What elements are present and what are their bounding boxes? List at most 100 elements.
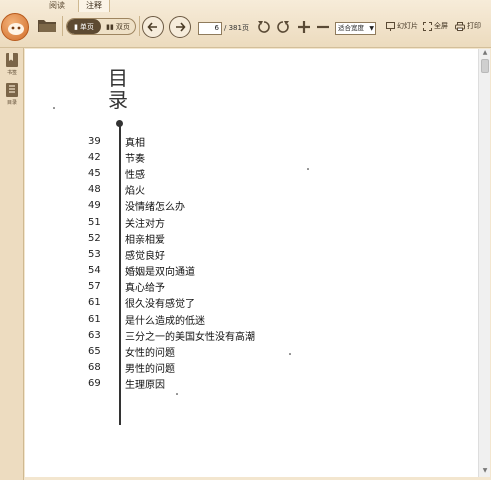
scroll-up-icon[interactable]: ▲ [479,49,491,59]
toc-entry-title: 女性的问题 [125,348,175,360]
sidebar-item-label: 目录 [6,100,17,106]
toc-icon [6,83,18,97]
print-button[interactable]: 打印 [455,19,481,34]
toc-entry[interactable]: 45 性感 [88,165,255,181]
print-label: 打印 [467,22,481,30]
toc-entry[interactable]: 57 真心给予 [88,279,255,295]
toolbar-divider [139,16,140,36]
toc-entry[interactable]: 68 男性的问题 [88,360,255,376]
toc-entry[interactable]: 42 节奏 [88,149,255,165]
sidebar-item-toc[interactable]: 目录 [2,82,22,112]
tab-read[interactable]: 阅读 [42,0,72,12]
zoom-select[interactable]: 适合宽度 ▼ [335,22,376,35]
toc-entry-page: 51 [88,216,101,228]
toc-entry-title: 男性的问题 [125,364,175,376]
toc-entry-page: 48 [88,184,101,196]
toc-entry-title: 真相 [125,137,145,149]
toc-entry[interactable]: 69 生理原因 [88,376,255,392]
toc-entry-page: 63 [88,329,101,341]
zoom-out-icon[interactable] [315,19,331,35]
bookmark-icon [6,53,18,67]
toc-entry-page: 42 [88,151,101,163]
toc-entry-title: 生理原因 [125,380,165,392]
toc-entry-page: 68 [88,362,101,374]
toc-entry-page: 39 [88,135,101,147]
toc-entry[interactable]: 53 感觉良好 [88,246,255,262]
rotate-left-icon[interactable] [256,19,272,35]
toolbar: 阅读 注释 ▮ 单页 ▮▮ 双页 6 / 381页 适合宽度 ▼ 幻灯片 全屏 … [0,0,491,48]
tab-annotate[interactable]: 注释 [78,0,110,12]
scroll-down-icon[interactable]: ▼ [479,467,491,477]
toc-entry-title: 真心给予 [125,283,165,295]
zoom-select-value: 适合宽度 [338,24,364,32]
toolbar-divider [62,16,63,36]
toc-entry-page: 54 [88,265,101,277]
arrow-left-icon [147,22,157,32]
toc-entry-title: 很久没有感觉了 [125,299,195,311]
toc-entry-page: 69 [88,378,101,390]
toc-entry-title: 相亲相爱 [125,234,165,246]
toc-title: 目录 [108,66,128,112]
scan-speck [289,353,291,355]
scan-speck [176,393,178,395]
fullscreen-icon [423,22,432,31]
toc-entry[interactable]: 52 相亲相爱 [88,230,255,246]
fullscreen-label: 全屏 [434,22,448,30]
app-logo-icon [8,23,24,35]
toc-entry-page: 65 [88,346,101,358]
slideshow-label: 幻灯片 [397,22,418,30]
toc-entry-page: 52 [88,232,101,244]
app-logo[interactable] [1,13,29,41]
slideshow-button[interactable]: 幻灯片 [386,19,418,34]
toc-entry[interactable]: 65 女性的问题 [88,343,255,359]
zoom-in-icon[interactable] [296,19,312,35]
prev-page-button[interactable] [142,16,164,38]
sidebar-item-label: 书签 [6,70,17,76]
toc-entry[interactable]: 54 婚姻是双向通道 [88,263,255,279]
toc-entry-page: 61 [88,297,101,309]
toc-entry-title: 节奏 [125,153,145,165]
toc-entry-title: 三分之一的美国女性没有高潮 [125,331,255,343]
sidebar-item-bookmarks[interactable]: 书签 [2,52,22,82]
toc-entry-page: 61 [88,313,101,325]
next-page-button[interactable] [169,16,191,38]
page-total: / 381页 [224,24,249,32]
toc-entry-title: 是什么造成的低迷 [125,315,205,327]
page-number-input[interactable]: 6 [198,22,222,35]
toc-entry-page: 49 [88,200,101,212]
toc-entry-title: 没情绪怎么办 [125,202,185,214]
chevron-down-icon: ▼ [369,25,374,32]
vertical-scrollbar[interactable]: ▲ ▼ [478,49,490,477]
page-view-toggle: ▮ 单页 ▮▮ 双页 [66,18,136,35]
single-page-button[interactable]: ▮ 单页 [67,19,101,34]
toc-entry[interactable]: 39 真相 [88,133,255,149]
toc-entry[interactable]: 48 焰火 [88,182,255,198]
toc-entry[interactable]: 51 关注对方 [88,214,255,230]
sidebar: 书签 目录 [0,48,24,480]
toc-entry[interactable]: 61 很久没有感觉了 [88,295,255,311]
toc-entry[interactable]: 63 三分之一的美国女性没有高潮 [88,327,255,343]
toc-entry-title: 焰火 [125,186,145,198]
toc-entry-page: 45 [88,167,101,179]
scrollbar-thumb[interactable] [481,59,489,73]
scan-speck [53,107,55,109]
single-page-label: 单页 [79,22,94,31]
arrow-right-icon [176,22,186,32]
double-page-button[interactable]: ▮▮ 双页 [101,19,135,34]
printer-icon [455,22,465,31]
single-page-icon: ▮ [74,22,78,31]
rotate-right-icon[interactable] [275,19,291,35]
scan-speck [307,168,309,170]
toc-entry[interactable]: 49 没情绪怎么办 [88,198,255,214]
toc-entry-title: 性感 [125,169,145,181]
toc-list: 39 真相 42 节奏 45 性感 48 焰火 49 没情绪怎么办 51 关注对方 52 相亲相爱 53 感觉… [88,133,255,392]
toc-entry-title: 关注对方 [125,218,165,230]
slideshow-icon [386,22,395,31]
double-page-icon: ▮▮ [106,22,114,31]
toc-entry[interactable]: 61 是什么造成的低迷 [88,311,255,327]
double-page-label: 双页 [115,22,130,31]
toc-entry-title: 婚姻是双向通道 [125,267,195,279]
open-folder-icon[interactable] [37,17,57,33]
fullscreen-button[interactable]: 全屏 [423,19,448,34]
toc-entry-page: 57 [88,281,101,293]
